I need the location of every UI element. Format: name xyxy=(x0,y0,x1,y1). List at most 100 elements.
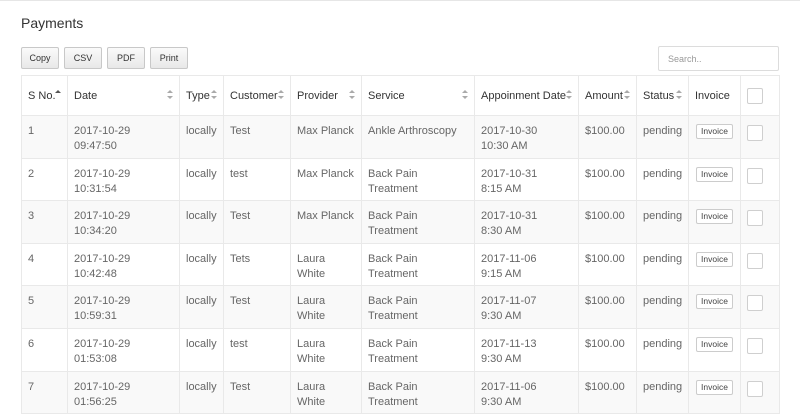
cell-status: pending xyxy=(636,200,689,244)
cell-date: 2017-10-29 10:59:31 xyxy=(67,285,180,329)
header-select-all xyxy=(740,75,780,116)
cell-status: pending xyxy=(636,242,689,287)
row-checkbox[interactable] xyxy=(747,167,763,184)
cell-appointment-date: 2017-10-31 8:30 AM xyxy=(474,200,579,244)
payments-table: S No. Date Type Customer Provider Servic… xyxy=(21,75,780,414)
row-checkbox[interactable] xyxy=(747,295,763,312)
cell-appointment-date: 2017-11-06 9:15 AM xyxy=(474,242,579,287)
row-checkbox[interactable] xyxy=(747,337,763,354)
row-checkbox[interactable] xyxy=(747,380,763,397)
cell-date: 2017-10-29 10:42:48 xyxy=(67,242,180,287)
cell-status: pending xyxy=(636,157,689,202)
appointment-time: 9:30 AM xyxy=(481,395,522,408)
print-button[interactable]: Print xyxy=(150,47,188,69)
cell-invoice: Invoice xyxy=(688,285,741,329)
header-type[interactable]: Type xyxy=(179,75,224,116)
table-body: 1 2017-10-29 09:47:50 locally Test Max Planc… xyxy=(21,115,780,414)
search-input[interactable] xyxy=(658,46,779,71)
cell-type: locally xyxy=(179,157,224,202)
select-all-checkbox[interactable] xyxy=(747,87,763,104)
cell-service: Ankle Arthroscopy xyxy=(361,115,475,159)
table-row: 3 2017-10-29 10:34:20 locally Test Max Planc… xyxy=(21,200,780,244)
sort-icon xyxy=(211,90,217,102)
cell-type: locally xyxy=(179,200,224,244)
cell-select xyxy=(740,370,780,414)
row-checkbox[interactable] xyxy=(747,125,763,141)
sort-icon xyxy=(349,90,355,102)
header-appointment-date[interactable]: Appoinment Date xyxy=(474,75,579,116)
cell-provider: Max Planck xyxy=(290,115,362,159)
cell-customer: test xyxy=(223,327,291,372)
cell-sno: 7 xyxy=(21,370,68,414)
cell-sno: 3 xyxy=(21,200,68,244)
header-customer[interactable]: Customer xyxy=(223,75,291,116)
cell-customer: Test xyxy=(223,370,291,414)
invoice-button[interactable]: Invoice xyxy=(696,166,733,182)
invoice-button[interactable]: Invoice xyxy=(696,294,733,310)
cell-customer: Tets xyxy=(223,242,291,287)
cell-service: Back Pain Treatment xyxy=(361,242,475,287)
header-status[interactable]: Status xyxy=(636,75,689,116)
cell-customer: Test xyxy=(223,200,291,244)
appointment-time: 9:30 AM xyxy=(481,352,522,365)
cell-type: locally xyxy=(179,115,224,159)
cell-date: 2017-10-29 01:53:08 xyxy=(67,327,180,372)
cell-date: 2017-10-29 10:31:54 xyxy=(67,157,180,202)
cell-amount: $100.00 xyxy=(578,200,637,244)
cell-amount: $100.00 xyxy=(578,327,637,372)
cell-sno: 6 xyxy=(21,327,68,372)
header-date[interactable]: Date xyxy=(67,75,180,116)
cell-appointment-date: 2017-11-06 9:30 AM xyxy=(474,370,579,414)
cell-appointment-date: 2017-11-07 9:30 AM xyxy=(474,285,579,329)
cell-customer: Test xyxy=(223,285,291,329)
cell-select xyxy=(740,115,780,159)
cell-invoice: Invoice xyxy=(688,200,741,244)
cell-amount: $100.00 xyxy=(578,115,637,159)
cell-select xyxy=(740,157,780,202)
cell-amount: $100.00 xyxy=(578,157,637,202)
cell-service: Back Pain Treatment xyxy=(361,370,475,414)
cell-invoice: Invoice xyxy=(688,370,741,414)
appointment-time: 8:30 AM xyxy=(481,225,522,238)
cell-status: pending xyxy=(636,327,689,372)
page-title: Payments xyxy=(21,15,84,31)
appointment-date: 2017-11-06 xyxy=(481,252,537,265)
cell-select xyxy=(740,285,780,329)
header-amount[interactable]: Amount xyxy=(578,75,637,116)
appointment-date: 2017-10-30 xyxy=(481,125,538,137)
cell-amount: $100.00 xyxy=(578,285,637,329)
invoice-button[interactable]: Invoice xyxy=(696,124,733,139)
cell-sno: 5 xyxy=(21,285,68,329)
cell-appointment-date: 2017-10-30 10:30 AM xyxy=(474,115,579,159)
pdf-button[interactable]: PDF xyxy=(107,47,145,69)
cell-select xyxy=(740,242,780,287)
cell-provider: Laura White xyxy=(290,285,362,329)
header-provider[interactable]: Provider xyxy=(290,75,362,116)
cell-type: locally xyxy=(179,285,224,329)
invoice-button[interactable]: Invoice xyxy=(696,251,733,267)
row-checkbox[interactable] xyxy=(747,252,763,269)
invoice-button[interactable]: Invoice xyxy=(696,336,733,352)
cell-type: locally xyxy=(179,327,224,372)
invoice-button[interactable]: Invoice xyxy=(696,209,733,225)
csv-button[interactable]: CSV xyxy=(64,47,102,69)
cell-sno: 1 xyxy=(21,115,68,159)
sort-icon xyxy=(278,90,284,102)
cell-status: pending xyxy=(636,370,689,414)
invoice-button[interactable]: Invoice xyxy=(696,379,733,395)
cell-select xyxy=(740,200,780,244)
cell-type: locally xyxy=(179,370,224,414)
cell-select xyxy=(740,327,780,372)
table-row: 7 2017-10-29 01:56:25 locally Test Laura Whi… xyxy=(21,370,780,414)
cell-date: 2017-10-29 01:56:25 xyxy=(67,370,180,414)
cell-service: Back Pain Treatment xyxy=(361,157,475,202)
header-sno[interactable]: S No. xyxy=(21,75,68,116)
cell-appointment-date: 2017-11-13 9:30 AM xyxy=(474,327,579,372)
row-checkbox[interactable] xyxy=(747,210,763,227)
copy-button[interactable]: Copy xyxy=(21,47,59,69)
header-service[interactable]: Service xyxy=(361,75,475,116)
cell-provider: Laura White xyxy=(290,242,362,287)
sort-asc-icon xyxy=(55,90,61,102)
cell-amount: $100.00 xyxy=(578,242,637,287)
table-row: 4 2017-10-29 10:42:48 locally Tets Laura Whi… xyxy=(21,242,780,287)
